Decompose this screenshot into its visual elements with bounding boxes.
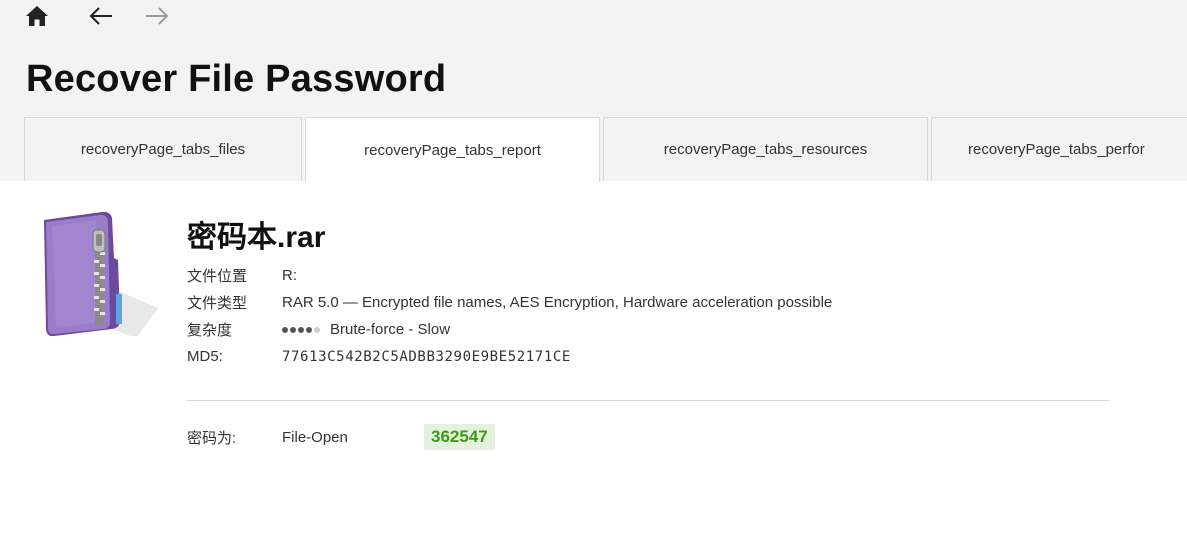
location-value: R: xyxy=(282,267,297,284)
file-type-value: RAR 5.0 — Encrypted file names, AES Encr… xyxy=(282,294,833,311)
complexity-dot-empty xyxy=(314,326,320,333)
file-type-row: 文件类型 RAR 5.0 — Encrypted file names, AES… xyxy=(187,289,832,316)
md5-row: MD5: 77613C542B2C5ADBB3290E9BE52171CE xyxy=(187,343,832,370)
tab-bar: recoveryPage_tabs_files recoveryPage_tab… xyxy=(24,117,1187,182)
complexity-dot-filled xyxy=(298,326,304,333)
complexity-dot-filled xyxy=(282,326,288,333)
complexity-dot-filled xyxy=(290,326,296,333)
tab-performance[interactable]: recoveryPage_tabs_perfor xyxy=(931,117,1187,181)
arrow-left-icon xyxy=(89,7,112,25)
md5-label: MD5: xyxy=(187,348,223,365)
divider xyxy=(187,400,1109,401)
home-button[interactable] xyxy=(22,2,52,30)
tab-resources[interactable]: recoveryPage_tabs_resources xyxy=(603,117,928,181)
password-result-row: 密码为: File-Open 362547 xyxy=(187,422,495,452)
back-button[interactable] xyxy=(86,2,116,30)
file-name: 密码本.rar xyxy=(187,221,326,254)
password-type: File-Open xyxy=(282,428,348,446)
tab-files[interactable]: recoveryPage_tabs_files xyxy=(24,117,302,181)
password-value[interactable]: 362547 xyxy=(424,424,495,450)
rar-archive-icon xyxy=(44,211,158,336)
forward-button[interactable] xyxy=(142,2,172,30)
arrow-right-icon xyxy=(146,7,169,25)
complexity-value: Brute-force - Slow xyxy=(330,321,451,338)
navigation-bar xyxy=(22,2,198,30)
location-label: 文件位置 xyxy=(187,268,248,285)
home-icon xyxy=(26,6,48,26)
page-title: Recover File Password xyxy=(26,58,447,100)
complexity-label: 复杂度 xyxy=(187,322,233,339)
complexity-rating xyxy=(282,326,320,333)
header-area: Recover File Password recoveryPage_tabs_… xyxy=(0,0,1187,182)
location-row: 文件位置 R: xyxy=(187,262,832,289)
md5-value: 77613C542B2C5ADBB3290E9BE52171CE xyxy=(282,348,571,365)
complexity-row: 复杂度 Brute-force - Slow xyxy=(187,316,832,343)
file-type-label: 文件类型 xyxy=(187,295,248,312)
tab-report[interactable]: recoveryPage_tabs_report xyxy=(305,117,600,182)
password-label: 密码为: xyxy=(187,429,237,447)
complexity-dot-filled xyxy=(306,326,312,333)
file-details: 文件位置 R: 文件类型 RAR 5.0 — Encrypted file na… xyxy=(187,262,832,370)
